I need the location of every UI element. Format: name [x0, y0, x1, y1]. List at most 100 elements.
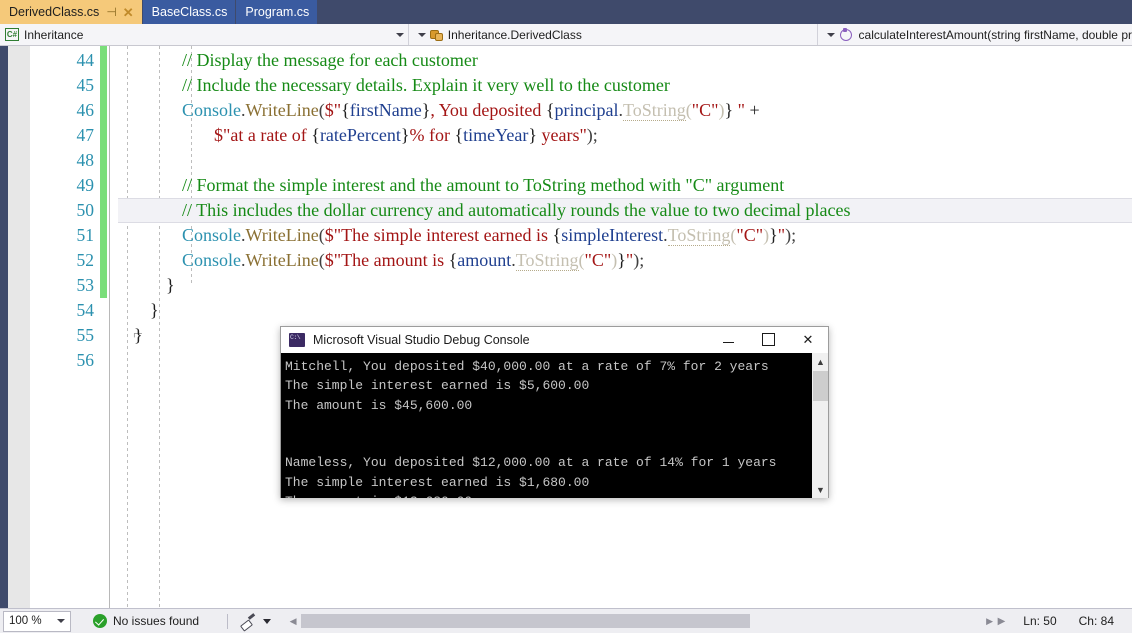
code-token: ": [733, 100, 745, 120]
code-cleanup-brush-icon[interactable]: [240, 614, 256, 629]
code-line[interactable]: 45 // Include the necessary details. Expl…: [0, 73, 1132, 98]
tab-label: DerivedClass.cs: [9, 5, 100, 19]
console-output-area[interactable]: Mitchell, You deposited $40,000.00 at a …: [281, 353, 828, 498]
chevron-down-icon: [395, 32, 404, 37]
code-line[interactable]: 46 Console.WriteLine($"{firstName}, You d…: [0, 98, 1132, 123]
code-token: // This includes the dollar currency and…: [182, 200, 851, 220]
scrollbar-thumb[interactable]: [301, 614, 751, 628]
line-number: 55: [76, 325, 95, 345]
tab-program-cs[interactable]: Program.cs: [236, 0, 319, 24]
debug-console-window[interactable]: Microsoft Visual Studio Debug Console ✕ …: [280, 326, 829, 498]
code-token: , You deposited: [430, 100, 546, 120]
code-token: Console: [182, 250, 242, 270]
scrollbar-thumb[interactable]: [813, 371, 828, 401]
class-icon: [429, 28, 443, 41]
close-icon[interactable]: ✕: [788, 327, 828, 353]
window-controls: ✕: [708, 327, 828, 353]
navigation-bar: C# Inheritance Inheritance.DerivedClass …: [0, 24, 1132, 46]
code-text: }: [166, 273, 175, 298]
code-token: );: [586, 125, 598, 145]
tab-label: BaseClass.cs: [151, 5, 228, 19]
line-number: 48: [76, 150, 95, 170]
code-text: $"at a rate of {ratePercent}% for {timeY…: [214, 123, 598, 148]
code-token: Console: [182, 100, 242, 120]
chevron-down-icon: [413, 24, 429, 45]
minimize-icon[interactable]: [708, 327, 748, 353]
navbar-type-dropdown[interactable]: Inheritance.DerivedClass: [409, 24, 818, 45]
code-token: simpleInterest: [561, 225, 664, 245]
visual-studio-window: DerivedClass.cs ⊣ ✕ BaseClass.cs Program…: [0, 0, 1132, 633]
code-token: {: [448, 250, 458, 270]
line-number: 45: [76, 75, 95, 95]
line-number: 51: [76, 225, 95, 245]
code-text: // Include the necessary details. Explai…: [182, 73, 670, 98]
chevron-down-icon: [822, 24, 838, 45]
maximize-icon[interactable]: [748, 327, 788, 353]
code-token: {: [552, 225, 562, 245]
console-title-bar[interactable]: Microsoft Visual Studio Debug Console ✕: [281, 327, 828, 353]
console-app-icon: [289, 332, 305, 347]
code-token: }: [724, 100, 734, 120]
triangle-left-icon[interactable]: ◀: [285, 613, 301, 629]
code-line[interactable]: 49 // Format the simple interest and the …: [0, 173, 1132, 198]
code-token: }: [134, 325, 143, 345]
scrollbar-track[interactable]: [301, 613, 982, 629]
code-token: "C": [584, 250, 612, 270]
code-token: firstName: [349, 100, 422, 120]
zoom-level-dropdown[interactable]: 100 %: [3, 610, 71, 632]
code-token: }: [617, 250, 626, 270]
method-icon: [838, 27, 853, 42]
code-token: amount: [457, 250, 512, 270]
line-number: 47: [76, 125, 95, 145]
code-token: }: [528, 125, 537, 145]
code-token: );: [785, 225, 797, 245]
tab-strip-spacer: [318, 0, 1132, 24]
code-line[interactable]: 53}: [0, 273, 1132, 298]
code-token: +: [744, 100, 760, 120]
code-token: );: [633, 250, 645, 270]
code-token: {: [545, 100, 555, 120]
triangle-right-icon[interactable]: ▶: [982, 613, 998, 629]
code-line[interactable]: 51 Console.WriteLine($"The simple interes…: [0, 223, 1132, 248]
code-text: // Display the message for each customer: [182, 48, 478, 73]
zoom-level-label: 100 %: [9, 615, 42, 627]
issues-status-label: No issues found: [113, 614, 200, 628]
char-number-label: Ch: 84: [1078, 614, 1114, 628]
status-bar: 100 % No issues found ◀ ▶ ▶ Ln: 50 Ch: 8…: [0, 608, 1132, 633]
close-icon[interactable]: ✕: [123, 6, 134, 19]
line-number: 56: [76, 350, 95, 370]
line-number: 53: [76, 275, 95, 295]
tab-baseclass-cs[interactable]: BaseClass.cs: [142, 0, 237, 24]
code-token: ToString: [515, 250, 579, 271]
code-line[interactable]: 48: [0, 148, 1132, 173]
code-token: WriteLine: [245, 100, 319, 120]
code-line[interactable]: 50 // This includes the dollar currency a…: [0, 198, 1132, 223]
chevron-up-icon[interactable]: ▲: [812, 353, 828, 370]
pin-icon[interactable]: ⊣: [106, 6, 116, 18]
code-token: }: [166, 275, 175, 295]
success-check-icon: [93, 614, 107, 628]
navbar-member-dropdown[interactable]: calculateInterestAmount(string firstName…: [818, 24, 1132, 45]
console-vertical-scrollbar[interactable]: ▲ ▼: [811, 353, 828, 498]
code-text: Console.WriteLine($"The amount is {amoun…: [182, 248, 644, 273]
tab-label: Program.cs: [245, 5, 310, 19]
code-line[interactable]: 47 $"at a rate of {ratePercent}% for {tim…: [0, 123, 1132, 148]
code-text: // Format the simple interest and the am…: [182, 173, 784, 198]
code-line[interactable]: 44 // Display the message for each custom…: [0, 48, 1132, 73]
code-line[interactable]: 54}: [0, 298, 1132, 323]
console-title-label: Microsoft Visual Studio Debug Console: [313, 332, 530, 347]
chevron-down-icon[interactable]: ▼: [812, 481, 828, 498]
code-token: }: [400, 125, 410, 145]
chevron-down-icon[interactable]: [263, 618, 272, 624]
code-line[interactable]: 52 Console.WriteLine($"The amount is {amo…: [0, 248, 1132, 273]
horizontal-scrollbar[interactable]: ◀ ▶: [285, 613, 998, 629]
line-number: 44: [76, 50, 95, 70]
caret-position-group: ▶ Ln: 50 Ch: 84: [998, 614, 1132, 628]
code-token: $"at a rate of: [214, 125, 312, 145]
code-token: // Include the necessary details. Explai…: [182, 75, 670, 95]
tab-derivedclass-cs[interactable]: DerivedClass.cs ⊣ ✕: [0, 0, 143, 24]
code-token: {: [311, 125, 320, 145]
navbar-project-dropdown[interactable]: C# Inheritance: [0, 24, 409, 45]
triangle-right-icon[interactable]: ▶: [998, 616, 1006, 627]
code-token: "C": [691, 100, 719, 120]
